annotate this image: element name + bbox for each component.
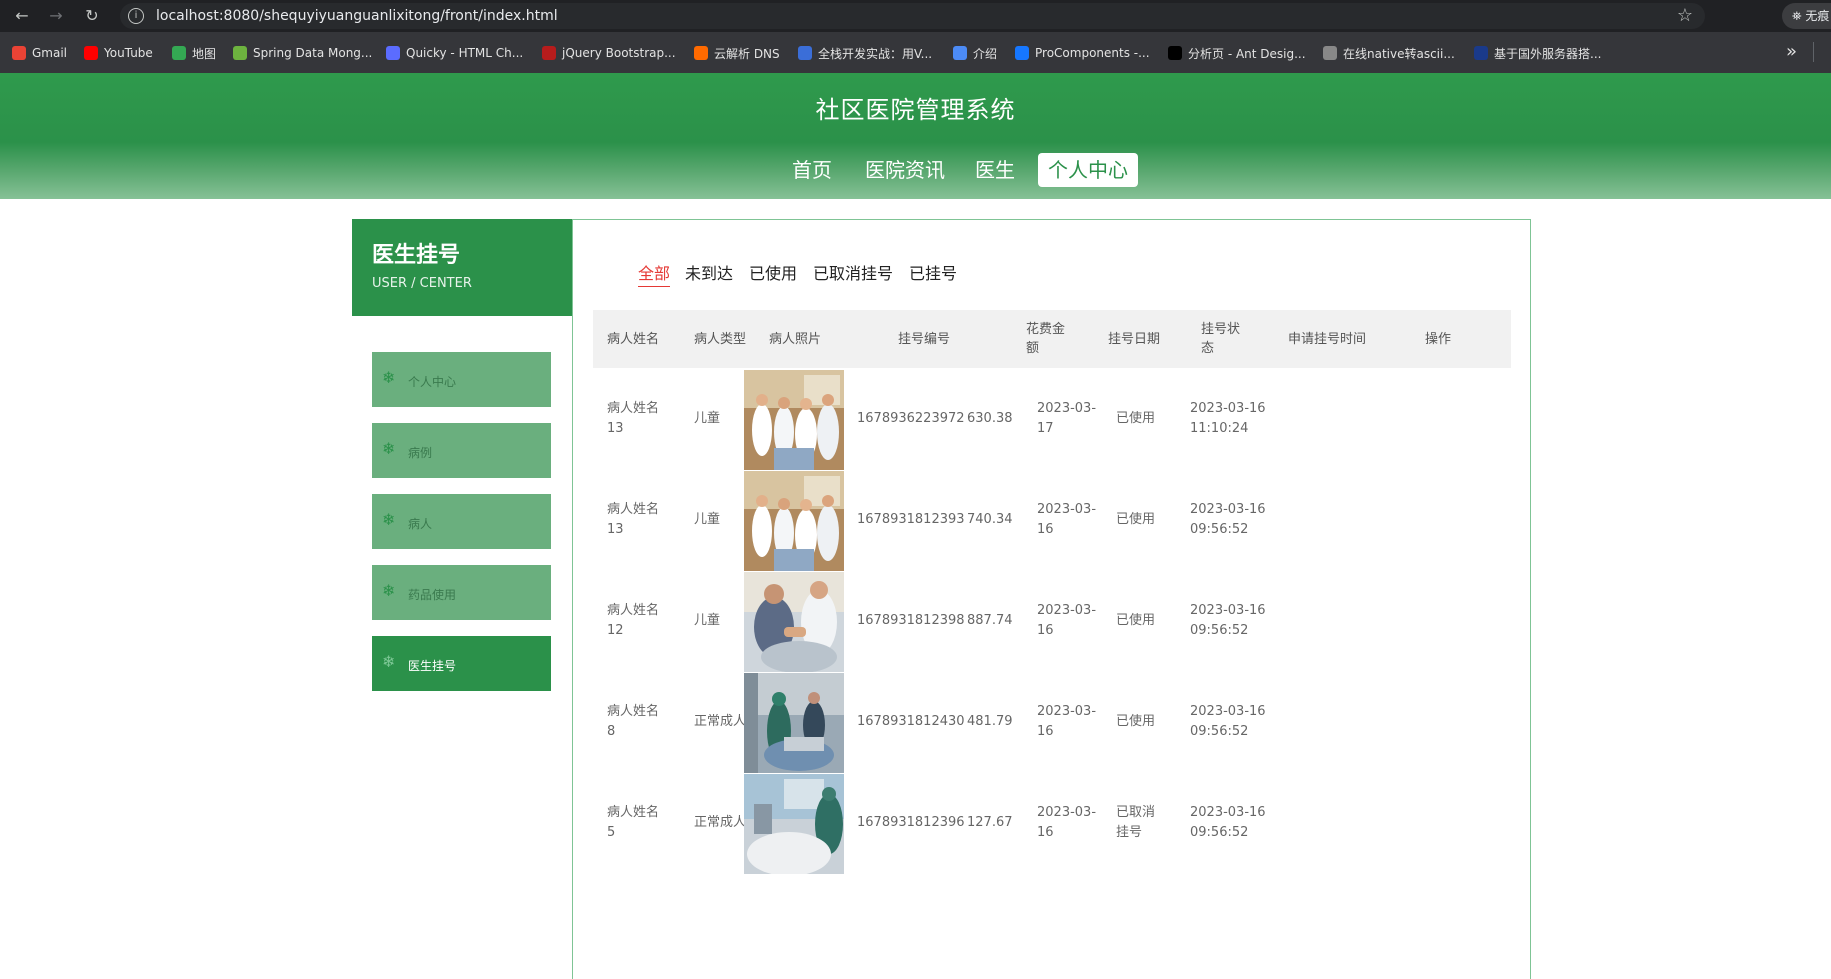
bookmark-item[interactable]: 云解析 DNS: [694, 44, 780, 62]
sidebar-item-label: 药品使用: [408, 588, 457, 602]
bookmark-item[interactable]: jQuery Bootstrap...: [542, 44, 676, 62]
patient-photo: [744, 572, 844, 672]
bookmark-label: 在线native转ascii...: [1343, 46, 1455, 61]
bookmark-label: 全栈开发实战：用V...: [818, 46, 933, 61]
address-url[interactable]: localhost:8080/shequyiyuanguanlixitong/f…: [156, 8, 558, 24]
snowflake-icon: ❄: [382, 439, 396, 458]
bookmark-label: YouTube: [104, 46, 153, 60]
main-nav: 首页 医院资讯 医生 个人中心: [0, 153, 1831, 187]
bookmark-item[interactable]: 地图: [172, 44, 216, 62]
incognito-profile-chip[interactable]: ⛯ 无痕: [1782, 3, 1831, 29]
gmail-icon: [12, 46, 26, 60]
snowflake-icon: ❄: [382, 652, 396, 671]
apply-time-cell: 2023-03-16 09:56:52: [1190, 805, 1266, 840]
forward-arrow-icon[interactable]: →: [44, 4, 68, 28]
tab-not-arrived[interactable]: 未到达: [685, 260, 733, 284]
bookmark-item[interactable]: 介绍: [953, 44, 997, 62]
registration-no-cell: 1678931812396: [857, 815, 965, 830]
sidebar-title: 医生挂号: [372, 243, 461, 268]
bookmark-label: 云解析 DNS: [714, 46, 780, 61]
nav-personal-center[interactable]: 个人中心: [1038, 153, 1138, 187]
bookmark-item[interactable]: Spring Data Mong...: [233, 44, 372, 62]
reload-icon[interactable]: ↻: [80, 4, 104, 28]
actions-cell: [1305, 764, 1365, 882]
bookmarks-divider: [1813, 42, 1814, 62]
web-icon: [1323, 46, 1337, 60]
globe-icon: [953, 46, 967, 60]
patient-photo: [744, 471, 844, 571]
bookmark-label: jQuery Bootstrap...: [562, 46, 676, 60]
patient-type-cell: 正常成人: [694, 815, 747, 830]
sidebar-subtitle: USER / CENTER: [372, 276, 472, 291]
patient-photo: [744, 370, 844, 470]
bookmark-item[interactable]: 基于国外服务器搭...: [1474, 44, 1601, 62]
patient-photo: [744, 673, 844, 773]
bookmark-item[interactable]: YouTube: [84, 44, 153, 62]
more-bookmarks-chevron-icon[interactable]: »: [1786, 41, 1797, 62]
sidebar-item-doctor-registration[interactable]: ❄ 医生挂号: [372, 636, 551, 691]
table-row: 病人姓名5 正常成人 1678931812396 127.67 2023-03-16 已取…: [593, 764, 1511, 882]
snowflake-icon: ❄: [382, 510, 396, 529]
sidebar-item-medicine-usage[interactable]: ❄ 药品使用: [372, 565, 551, 620]
jquery-icon: [542, 46, 556, 60]
bookmark-label: Quicky - HTML Ch...: [406, 46, 524, 60]
site-title: 社区医院管理系统: [815, 96, 1016, 124]
back-arrow-icon[interactable]: ←: [10, 4, 34, 28]
tab-used[interactable]: 已使用: [749, 260, 797, 284]
address-bar[interactable]: i localhost:8080/shequyiyuanguanlixitong…: [120, 3, 1705, 29]
bookmark-item[interactable]: 在线native转ascii...: [1323, 44, 1455, 62]
flag-icon: [1474, 46, 1488, 60]
bookmark-label: Spring Data Mong...: [253, 46, 373, 60]
profile-label: 无痕: [1805, 9, 1830, 23]
site-info-icon[interactable]: i: [128, 8, 144, 24]
cost-cell: 127.67: [967, 815, 1013, 830]
sidebar-item-label: 个人中心: [408, 375, 457, 389]
tab-cancelled[interactable]: 已取消挂号: [813, 260, 893, 284]
sidebar-item-label: 医生挂号: [408, 659, 457, 673]
bookmark-label: 地图: [192, 46, 217, 61]
bookmark-item[interactable]: 分析页 - Ant Desig...: [1168, 44, 1306, 62]
bookmark-label: 分析页 - Ant Desig...: [1188, 46, 1306, 61]
tab-registered[interactable]: 已挂号: [909, 260, 957, 284]
tab-all[interactable]: 全部: [638, 260, 671, 287]
sidebar-item-patients[interactable]: ❄ 病人: [372, 494, 551, 549]
bookmark-item[interactable]: ProComponents -...: [1015, 44, 1150, 62]
quicky-icon: [386, 46, 400, 60]
bookmark-label: 介绍: [973, 46, 998, 61]
nav-doctors[interactable]: 医生: [975, 153, 1015, 187]
bookmark-star-icon[interactable]: ☆: [1677, 5, 1693, 26]
maps-icon: [172, 46, 186, 60]
sidebar-item-label: 病人: [408, 517, 433, 531]
bookmark-label: 基于国外服务器搭...: [1494, 46, 1602, 61]
sidebar-item-label: 病例: [408, 446, 433, 460]
patient-photo: [744, 774, 844, 874]
bookmark-label: Gmail: [32, 46, 68, 60]
incognito-icon: ⛯: [1792, 9, 1806, 23]
bookmarks-bar: Gmail YouTube 地图 Spring Data Mong... Quicky …: [0, 32, 1831, 73]
browser-toolbar: ← → ↻ i localhost:8080/shequyiyuanguanli…: [0, 0, 1831, 32]
bookmark-item[interactable]: 全栈开发实战：用V...: [798, 44, 932, 62]
pro-icon: [1168, 46, 1182, 60]
aliyun-icon: [694, 46, 708, 60]
bookmark-item[interactable]: Gmail: [12, 44, 67, 62]
nav-hospital-news[interactable]: 医院资讯: [865, 153, 945, 187]
registration-panel: 全部 未到达 已使用 已取消挂号 已挂号 病人姓名 病人类型 病人照片 挂号编号…: [572, 219, 1531, 979]
patient-name-cell: 病人姓名5: [607, 805, 660, 840]
spring-icon: [233, 46, 247, 60]
nav-home[interactable]: 首页: [792, 153, 832, 187]
m-icon: [798, 46, 812, 60]
registration-status-cell: 已取消挂号: [1116, 805, 1156, 840]
registration-date-cell: 2023-03-16: [1037, 805, 1097, 840]
sidebar-item-personal-center[interactable]: ❄ 个人中心: [372, 352, 551, 407]
sidebar-header: 医生挂号 USER / CENTER: [352, 219, 572, 316]
procomponents-icon: [1015, 46, 1029, 60]
bookmark-label: ProComponents -...: [1035, 46, 1150, 60]
site-header: 社区医院管理系统 首页 医院资讯 医生 个人中心: [0, 73, 1831, 199]
snowflake-icon: ❄: [382, 581, 396, 600]
bookmark-item[interactable]: Quicky - HTML Ch...: [386, 44, 523, 62]
youtube-icon: [84, 46, 98, 60]
snowflake-icon: ❄: [382, 368, 396, 387]
sidebar-item-cases[interactable]: ❄ 病例: [372, 423, 551, 478]
